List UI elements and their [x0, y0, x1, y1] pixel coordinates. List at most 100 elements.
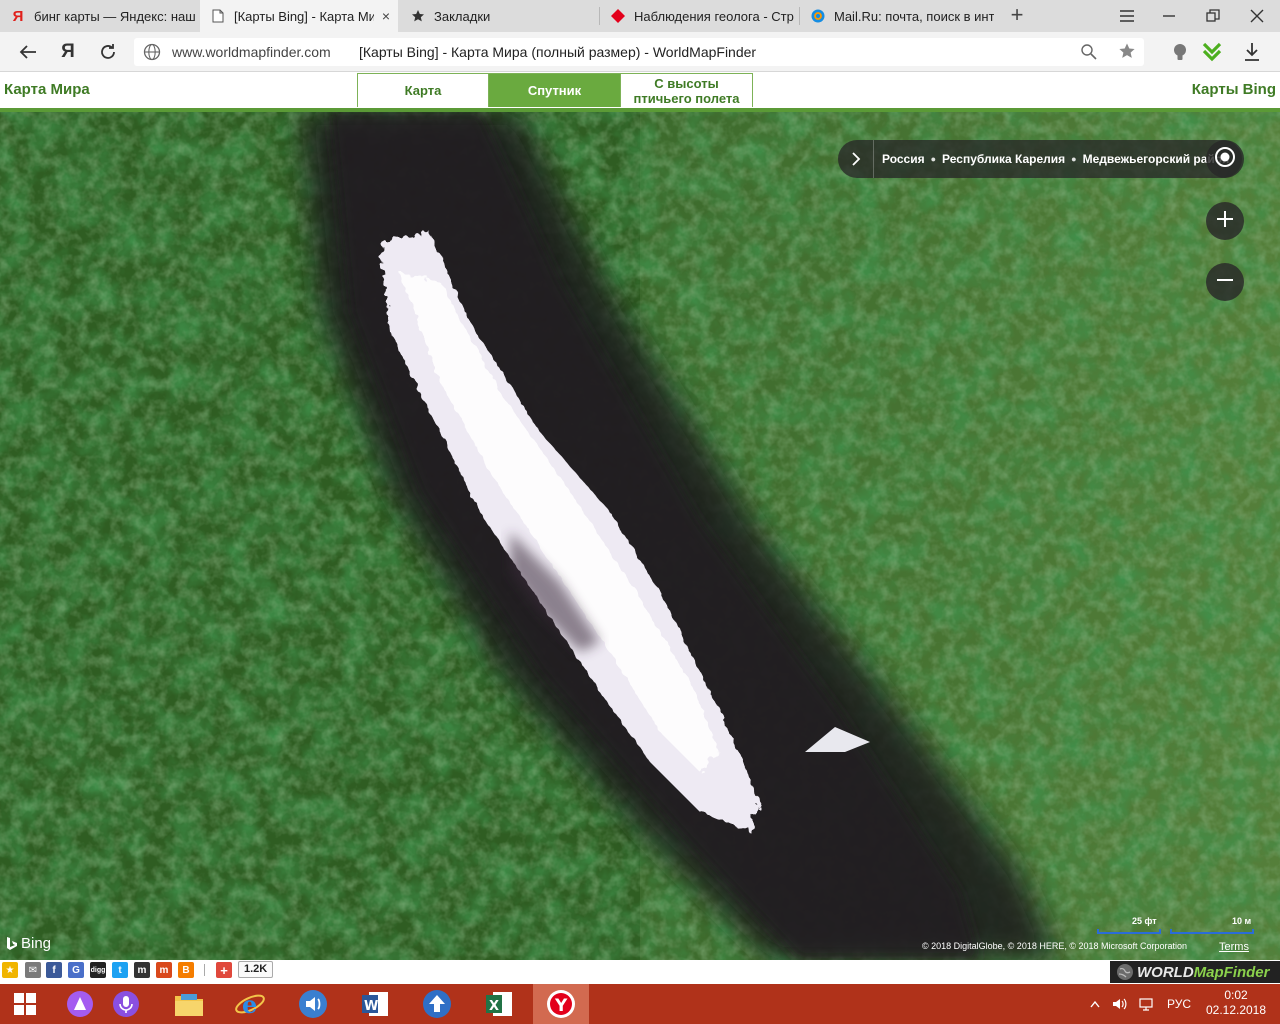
- clock-date: 02.12.2018: [1205, 1003, 1267, 1017]
- url-field[interactable]: www.worldmapfinder.com [Карты Bing] - Ка…: [134, 38, 1144, 66]
- network-icon[interactable]: [1138, 984, 1154, 1024]
- addthis-plus-icon[interactable]: +: [216, 962, 232, 978]
- star-icon: [410, 8, 426, 24]
- breadcrumb-region[interactable]: Республика Карелия: [942, 152, 1065, 166]
- tab-mailru[interactable]: Mail.Ru: почта, поиск в инт: [800, 0, 998, 32]
- tab-title: Mail.Ru: почта, поиск в инт: [834, 8, 994, 24]
- url-host: www.worldmapfinder.com: [172, 44, 331, 60]
- tab-title: [Карты Bing] - Карта Ми: [234, 8, 374, 24]
- file-explorer-icon[interactable]: [161, 984, 217, 1024]
- new-tab-button[interactable]: +: [1005, 4, 1029, 28]
- logo-text-world: WORLD: [1137, 963, 1194, 981]
- windows-taskbar: e W X Y РУС 0:02 02.12.2018: [0, 984, 1280, 1024]
- windows-start-icon[interactable]: [0, 984, 50, 1024]
- globe-icon: [143, 43, 161, 66]
- translate-icon[interactable]: [1080, 43, 1098, 66]
- tab-title: Закладки: [434, 8, 491, 24]
- map-copyright: © 2018 DigitalGlobe, © 2018 HERE, © 2018…: [922, 941, 1188, 951]
- scale-bar-m: [1170, 929, 1254, 934]
- close-tab-icon[interactable]: ×: [382, 8, 390, 24]
- location-breadcrumb: Россия ● Республика Карелия ● Медвежьего…: [838, 140, 1242, 178]
- tab-title: Наблюдения геолога - Стр: [634, 8, 794, 24]
- tray-up-arrow-icon[interactable]: [1090, 984, 1100, 1024]
- zoom-out-button[interactable]: [1206, 263, 1244, 301]
- svg-text:X: X: [489, 999, 499, 1014]
- breadcrumb-separator: ●: [930, 154, 937, 164]
- favorite-star-icon[interactable]: ★: [2, 962, 18, 978]
- share-bar: ★ ✉ f G digg t m m B + 1.2K WORLD MapFind…: [0, 960, 1280, 984]
- minus-icon: [1215, 270, 1235, 295]
- tab-title: бинг карты — Яндекс: наш: [34, 8, 196, 24]
- screen: Я бинг карты — Яндекс: наш [Карты Bing] …: [0, 0, 1280, 1024]
- microphone-icon[interactable]: [98, 984, 154, 1024]
- satellite-map[interactable]: Россия ● Республика Карелия ● Медвежьего…: [0, 112, 1280, 960]
- digg-share-icon[interactable]: digg: [90, 962, 106, 978]
- svg-text:Y: Y: [554, 996, 568, 1016]
- reload-icon[interactable]: [96, 40, 120, 64]
- download-green-icon[interactable]: [1200, 40, 1224, 64]
- downloads-icon[interactable]: [1240, 40, 1264, 64]
- email-share-icon[interactable]: ✉: [25, 962, 41, 978]
- tab-yandex-search[interactable]: Я бинг карты — Яндекс: наш: [0, 0, 198, 32]
- language-indicator[interactable]: РУС: [1167, 984, 1191, 1024]
- site-header: Карта Мира Карта Спутник С высоты птичье…: [0, 73, 1280, 112]
- bing-label: Bing: [21, 935, 52, 952]
- page-icon: [210, 8, 226, 24]
- chevron-right-icon[interactable]: [838, 140, 874, 178]
- locate-me-button[interactable]: [1206, 140, 1244, 178]
- plus-icon: [1215, 209, 1235, 234]
- tab-satellite-mode[interactable]: Спутник: [489, 73, 621, 107]
- logo-text-mapfinder: MapFinder: [1193, 963, 1270, 981]
- terms-link[interactable]: Terms: [1219, 941, 1249, 953]
- red-diamond-icon: [610, 8, 626, 24]
- excel-icon[interactable]: X: [471, 984, 527, 1024]
- breadcrumb-items: Россия ● Республика Карелия ● Медвежьего…: [874, 152, 1229, 166]
- site-title-bing-maps[interactable]: Карты Bing: [1192, 81, 1276, 98]
- tab-map-mode[interactable]: Карта: [357, 73, 489, 107]
- back-icon[interactable]: [16, 40, 40, 64]
- twitter-share-icon[interactable]: t: [112, 962, 128, 978]
- mailru-icon: [810, 8, 826, 24]
- google-share-icon[interactable]: G: [68, 962, 84, 978]
- share-divider: [204, 964, 205, 976]
- tab-birdseye-mode[interactable]: С высоты птичьего полета: [621, 73, 753, 107]
- close-window-icon[interactable]: [1236, 0, 1278, 32]
- site-title-world-map[interactable]: Карта Мира: [4, 81, 90, 98]
- page-title: [Карты Bing] - Карта Мира (полный размер…: [359, 44, 757, 60]
- restore-icon[interactable]: [1192, 0, 1234, 32]
- audio-app-icon[interactable]: [285, 984, 341, 1024]
- menu-icon[interactable]: [1106, 0, 1148, 32]
- myspace-share-icon[interactable]: m: [134, 962, 150, 978]
- breadcrumb-separator: ●: [1071, 154, 1077, 164]
- tab-bing-maps[interactable]: [Карты Bing] - Карта Ми ×: [200, 0, 398, 32]
- blogger-share-icon[interactable]: B: [178, 962, 194, 978]
- svg-text:e: e: [242, 990, 257, 1019]
- system-clock[interactable]: 0:02 02.12.2018: [1196, 988, 1276, 1018]
- yandex-home-icon[interactable]: Я: [56, 40, 80, 64]
- word-icon[interactable]: W: [347, 984, 403, 1024]
- scale-bar-ft: [1097, 929, 1161, 934]
- protect-icon[interactable]: [1168, 40, 1192, 64]
- yandex-browser-icon[interactable]: Y: [533, 984, 589, 1024]
- yandex-icon: Я: [12, 7, 24, 25]
- target-icon: [1214, 146, 1236, 173]
- svg-text:W: W: [364, 999, 378, 1014]
- scale-label-ft: 25 фт: [1132, 916, 1157, 926]
- tab-geologist[interactable]: Наблюдения геолога - Стр: [600, 0, 798, 32]
- facebook-share-icon[interactable]: f: [46, 962, 62, 978]
- address-bar: Я www.worldmapfinder.com [Карты Bing] - …: [0, 32, 1280, 72]
- internet-explorer-icon[interactable]: e: [222, 984, 278, 1024]
- worldmapfinder-logo[interactable]: WORLD MapFinder: [1110, 961, 1280, 983]
- volume-icon[interactable]: [1112, 984, 1128, 1024]
- tab-bookmarks[interactable]: Закладки: [400, 0, 598, 32]
- zoom-in-button[interactable]: [1206, 202, 1244, 240]
- satellite-imagery: [0, 112, 1280, 960]
- bing-logo: Bing: [6, 935, 51, 952]
- mixx-share-icon[interactable]: m: [156, 962, 172, 978]
- minimize-icon[interactable]: [1148, 0, 1190, 32]
- bookmark-star-icon[interactable]: [1118, 42, 1136, 65]
- globe-logo-icon: [1117, 964, 1133, 980]
- upload-app-icon[interactable]: [409, 984, 465, 1024]
- bing-icon: [7, 936, 17, 950]
- breadcrumb-country[interactable]: Россия: [882, 152, 925, 166]
